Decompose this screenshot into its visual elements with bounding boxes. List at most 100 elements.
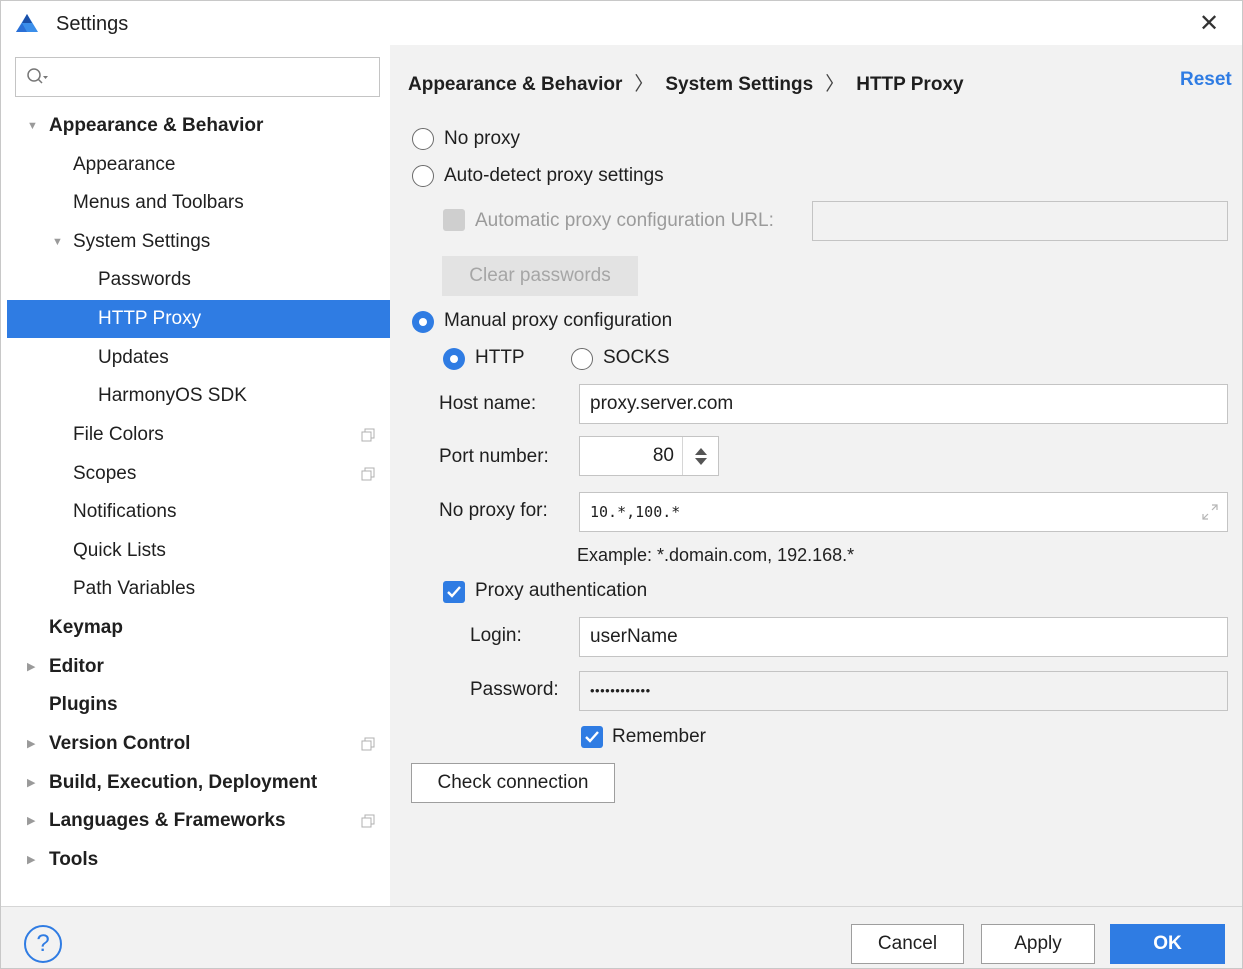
host-name-label: Host name:: [439, 393, 537, 414]
chevron-right-icon[interactable]: ▶: [27, 725, 35, 763]
proxy-authentication-label: Proxy authentication: [475, 580, 648, 601]
no-proxy-for-field[interactable]: 10.*,100.*: [579, 492, 1228, 532]
sidebar-item-appearance[interactable]: Appearance: [7, 146, 390, 184]
breadcrumb-item: Appearance & Behavior: [408, 74, 623, 95]
sidebar-item-label: Quick Lists: [73, 540, 166, 561]
sidebar-item-notifications[interactable]: Notifications: [7, 493, 390, 531]
sidebar-item-scopes[interactable]: Scopes: [7, 455, 390, 493]
login-label: Login:: [470, 625, 522, 646]
sidebar-item-label: Scopes: [73, 463, 137, 484]
manual-proxy-radio[interactable]: [412, 311, 434, 333]
breadcrumb-separator: 〉: [825, 74, 845, 95]
sidebar-item-label: Build, Execution, Deployment: [49, 772, 318, 793]
sidebar-item-menus-toolbars[interactable]: Menus and Toolbars: [7, 184, 390, 222]
sidebar-item-tools[interactable]: ▶ Tools: [7, 841, 390, 879]
auto-url-field[interactable]: [812, 201, 1228, 241]
cancel-button[interactable]: Cancel: [851, 924, 964, 964]
project-settings-icon: [361, 814, 375, 828]
app-logo-icon: [16, 14, 38, 32]
close-button[interactable]: ✕: [1194, 9, 1224, 39]
title-bar: Settings ✕: [1, 1, 1242, 45]
sidebar-item-editor[interactable]: ▶ Editor: [7, 648, 390, 686]
chevron-down-icon[interactable]: ▼: [52, 223, 63, 261]
sidebar-item-label: Menus and Toolbars: [73, 192, 244, 213]
host-name-field[interactable]: proxy.server.com: [579, 384, 1228, 424]
checkmark-icon: [585, 731, 599, 743]
sidebar-item-label: Tools: [49, 849, 99, 870]
auto-detect-label: Auto-detect proxy settings: [444, 165, 664, 186]
no-proxy-for-value: 10.*,100.*: [590, 503, 681, 521]
breadcrumb: Appearance & Behavior 〉 System Settings 〉 HT…: [408, 69, 964, 96]
chevron-down-icon[interactable]: ▼: [27, 107, 38, 145]
sidebar-item-keymap[interactable]: Keymap: [7, 609, 390, 647]
checkmark-icon: [447, 586, 461, 598]
sidebar-item-updates[interactable]: Updates: [7, 339, 390, 377]
ok-button[interactable]: OK: [1110, 924, 1225, 964]
sidebar-item-appearance-behavior[interactable]: ▼ Appearance & Behavior: [7, 107, 390, 145]
chevron-right-icon[interactable]: ▶: [27, 764, 35, 802]
chevron-right-icon[interactable]: ▶: [27, 802, 35, 840]
socks-label: SOCKS: [603, 347, 670, 368]
sidebar-item-system-settings[interactable]: ▼ System Settings: [7, 223, 390, 261]
settings-dialog: Settings ✕ ▼ Appearance & Behavior Appea…: [0, 0, 1243, 969]
sidebar-item-harmonyos-sdk[interactable]: HarmonyOS SDK: [7, 377, 390, 415]
breadcrumb-item: HTTP Proxy: [856, 74, 964, 95]
remember-label: Remember: [612, 726, 706, 747]
auto-url-checkbox[interactable]: [443, 209, 465, 231]
expand-icon[interactable]: [1201, 503, 1219, 521]
port-number-stepper[interactable]: 80: [579, 436, 719, 476]
sidebar-item-file-colors[interactable]: File Colors: [7, 416, 390, 454]
sidebar-item-label: Plugins: [49, 694, 118, 715]
up-down-arrows-icon: [695, 448, 707, 465]
settings-sidebar: ▼ Appearance & Behavior Appearance Menus…: [1, 45, 390, 906]
sidebar-item-plugins[interactable]: Plugins: [7, 686, 390, 724]
sidebar-item-label: Version Control: [49, 733, 191, 754]
apply-button[interactable]: Apply: [981, 924, 1095, 964]
project-settings-icon: [361, 467, 375, 481]
manual-proxy-label: Manual proxy configuration: [444, 310, 673, 331]
port-number-value: 80: [652, 445, 674, 466]
chevron-right-icon[interactable]: ▶: [27, 648, 35, 686]
sidebar-item-label: Notifications: [73, 501, 177, 522]
chevron-right-icon[interactable]: ▶: [27, 841, 35, 879]
sidebar-item-label: File Colors: [73, 424, 164, 445]
socks-radio[interactable]: [571, 348, 593, 370]
sidebar-item-passwords[interactable]: Passwords: [7, 261, 390, 299]
no-proxy-for-label: No proxy for:: [439, 500, 548, 521]
password-label: Password:: [470, 679, 559, 700]
no-proxy-label: No proxy: [444, 128, 521, 149]
login-field[interactable]: userName: [579, 617, 1228, 657]
sidebar-item-label: HTTP Proxy: [98, 308, 202, 329]
password-field[interactable]: ••••••••••••: [579, 671, 1228, 711]
sidebar-item-version-control[interactable]: ▶ Version Control: [7, 725, 390, 763]
auto-detect-radio[interactable]: [412, 165, 434, 187]
search-input[interactable]: [15, 57, 380, 97]
sidebar-item-label: System Settings: [73, 231, 211, 252]
sidebar-item-label: Path Variables: [73, 578, 196, 599]
sidebar-item-build-execution-deployment[interactable]: ▶ Build, Execution, Deployment: [7, 764, 390, 802]
proxy-authentication-checkbox[interactable]: [443, 581, 465, 603]
search-icon: [27, 68, 48, 84]
no-proxy-radio[interactable]: [412, 128, 434, 150]
sidebar-item-label: Passwords: [98, 269, 191, 290]
window-title: Settings: [56, 13, 129, 35]
dialog-footer: ? Cancel Apply OK: [1, 906, 1242, 968]
http-radio[interactable]: [443, 348, 465, 370]
port-number-label: Port number:: [439, 446, 549, 467]
sidebar-item-label: Updates: [98, 347, 169, 368]
sidebar-item-quick-lists[interactable]: Quick Lists: [7, 532, 390, 570]
check-connection-button[interactable]: Check connection: [411, 763, 615, 803]
sidebar-item-languages-frameworks[interactable]: ▶ Languages & Frameworks: [7, 802, 390, 840]
reset-link[interactable]: Reset: [1180, 69, 1232, 91]
help-icon[interactable]: ?: [24, 925, 62, 963]
sidebar-item-label: Keymap: [49, 617, 123, 638]
sidebar-item-path-variables[interactable]: Path Variables: [7, 570, 390, 608]
project-settings-icon: [361, 737, 375, 751]
remember-checkbox[interactable]: [581, 726, 603, 748]
auto-url-label: Automatic proxy configuration URL:: [475, 210, 774, 231]
clear-passwords-button[interactable]: Clear passwords: [442, 256, 638, 296]
http-label: HTTP: [475, 347, 525, 368]
sidebar-item-http-proxy[interactable]: HTTP Proxy: [7, 300, 390, 338]
spinner-arrows[interactable]: [682, 437, 718, 475]
sidebar-item-label: Editor: [49, 656, 104, 677]
